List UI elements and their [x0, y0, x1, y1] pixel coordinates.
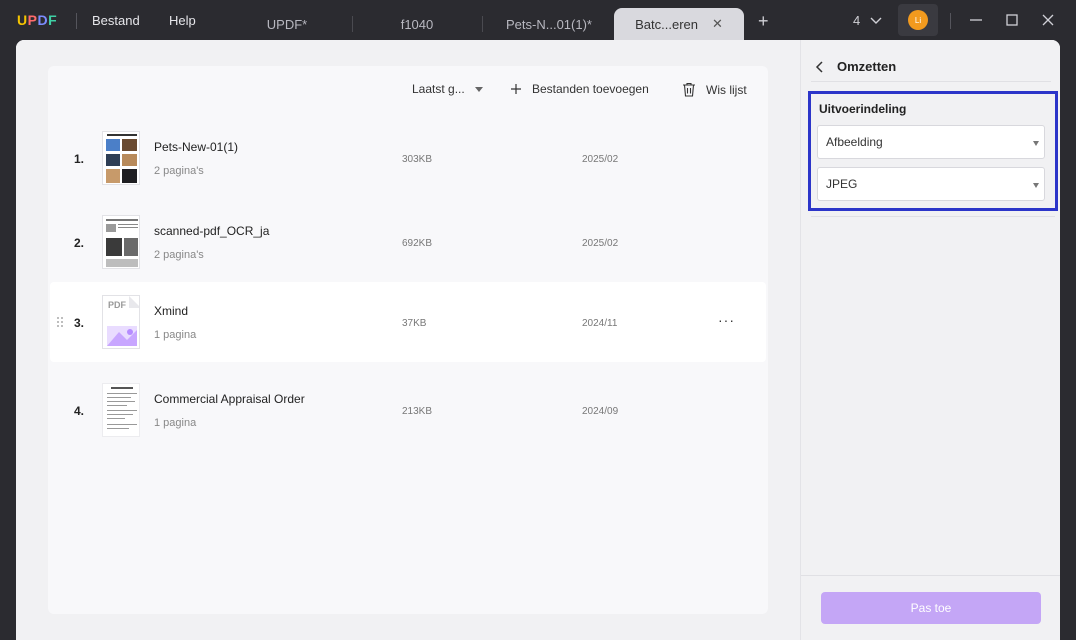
file-thumbnail	[102, 383, 140, 437]
updf-logo: UPDF	[17, 12, 58, 28]
divider	[950, 13, 951, 29]
pdf-badge: PDF	[108, 300, 126, 310]
panel-title: Omzetten	[837, 59, 897, 74]
close-icon[interactable]	[1038, 10, 1058, 30]
avatar-button[interactable]: Li	[898, 4, 938, 36]
title-bar: UPDF Bestand Help UPDF* f1040 Pets-N...0…	[0, 0, 1076, 40]
image-type-select[interactable]: JPEG	[817, 167, 1045, 201]
avatar: Li	[908, 10, 928, 30]
row-number: 1.	[74, 152, 85, 166]
chevron-down-icon	[870, 17, 882, 24]
apply-button[interactable]: Pas toe	[821, 592, 1041, 624]
row-number: 2.	[74, 236, 85, 250]
file-pages: 2 pagina's	[154, 249, 204, 261]
tab-updf[interactable]: UPDF*	[222, 8, 352, 40]
menu-help[interactable]: Help	[169, 13, 196, 28]
caret-down-icon	[474, 86, 483, 92]
file-pages: 2 pagina's	[154, 165, 204, 177]
more-icon[interactable]: ···	[718, 312, 735, 328]
file-list-area: Laatst g... Bestanden toevoegen Wis lijs…	[16, 40, 800, 640]
panel-header: Omzetten	[811, 52, 1051, 82]
tab-label: Pets-N...01(1)*	[506, 16, 592, 32]
output-format-label: Uitvoerindeling	[819, 102, 907, 116]
sort-dropdown[interactable]: Laatst g...	[412, 82, 483, 96]
tab-count[interactable]: 4	[853, 13, 882, 28]
tab-label: UPDF*	[266, 16, 308, 32]
file-row[interactable]: 1. Pets-New-01(1) 2 pagina's 303KB 2025/…	[50, 118, 766, 198]
dropdown-caret-icon	[1033, 183, 1039, 188]
trash-icon	[683, 82, 695, 97]
file-row[interactable]: 4. Commercial Appraisal Order 1 pagina 2	[50, 370, 766, 450]
tab-pets[interactable]: Pets-N...01(1)*	[484, 8, 614, 40]
file-size: 37KB	[402, 318, 427, 329]
clear-list-button[interactable]: Wis lijst	[682, 82, 747, 97]
add-files-label: Bestanden toevoegen	[532, 82, 649, 96]
file-date: 2024/09	[582, 406, 619, 417]
file-name: Pets-New-01(1)	[154, 140, 239, 154]
plus-icon	[511, 84, 521, 94]
file-size: 213KB	[402, 406, 433, 417]
image-type-value: JPEG	[826, 177, 858, 191]
clear-list-label: Wis lijst	[706, 82, 747, 97]
file-pages: 1 pagina	[154, 417, 197, 429]
file-size: 692KB	[402, 238, 433, 249]
file-pages: 1 pagina	[154, 329, 197, 341]
divider	[76, 13, 77, 29]
minimize-icon[interactable]	[966, 10, 986, 30]
row-number: 3.	[74, 316, 85, 330]
tab-close-icon[interactable]: ✕	[712, 16, 723, 32]
output-format-section: Uitvoerindeling Afbeelding JPEG	[808, 91, 1058, 211]
file-thumbnail	[102, 131, 140, 185]
file-thumbnail: PDF	[102, 295, 140, 349]
file-date: 2025/02	[582, 238, 619, 249]
tab-label: Batc...eren	[635, 16, 698, 32]
file-date: 2025/02	[582, 154, 619, 165]
dropdown-caret-icon	[1033, 141, 1039, 146]
format-select-value: Afbeelding	[826, 135, 883, 149]
tab-label: f1040	[400, 16, 434, 32]
divider	[801, 575, 1060, 576]
main-window: Laatst g... Bestanden toevoegen Wis lijs…	[16, 40, 1060, 640]
sort-label: Laatst g...	[412, 82, 465, 96]
back-chevron-icon[interactable]	[815, 60, 825, 73]
file-thumbnail	[102, 215, 140, 269]
divider	[811, 216, 1055, 217]
file-row[interactable]: 2. scanned-pdf_OCR_ja 2 pagina's 692KB 2…	[50, 202, 766, 282]
format-select[interactable]: Afbeelding	[817, 125, 1045, 159]
new-tab-plus-icon[interactable]: +	[758, 12, 769, 30]
maximize-icon[interactable]	[1002, 10, 1022, 30]
add-files-button[interactable]: Bestanden toevoegen	[510, 82, 649, 96]
file-date: 2024/11	[582, 318, 618, 329]
tab-divider	[482, 16, 483, 32]
menu-file[interactable]: Bestand	[92, 13, 140, 28]
tab-count-value: 4	[853, 13, 861, 28]
tab-f1040[interactable]: f1040	[352, 8, 482, 40]
row-number: 4.	[74, 404, 85, 418]
file-row[interactable]: 3. PDF Xmind 1 pagina 37KB 2024/11 ···	[50, 282, 766, 362]
drag-grip-icon[interactable]	[56, 316, 64, 328]
file-name: scanned-pdf_OCR_ja	[154, 224, 270, 238]
tab-batch[interactable]: Batc...eren ✕	[614, 8, 744, 40]
file-size: 303KB	[402, 154, 433, 165]
convert-panel: Omzetten Uitvoerindeling Afbeelding JPEG…	[800, 40, 1060, 640]
file-name: Xmind	[154, 304, 189, 318]
file-name: Commercial Appraisal Order	[154, 392, 305, 406]
